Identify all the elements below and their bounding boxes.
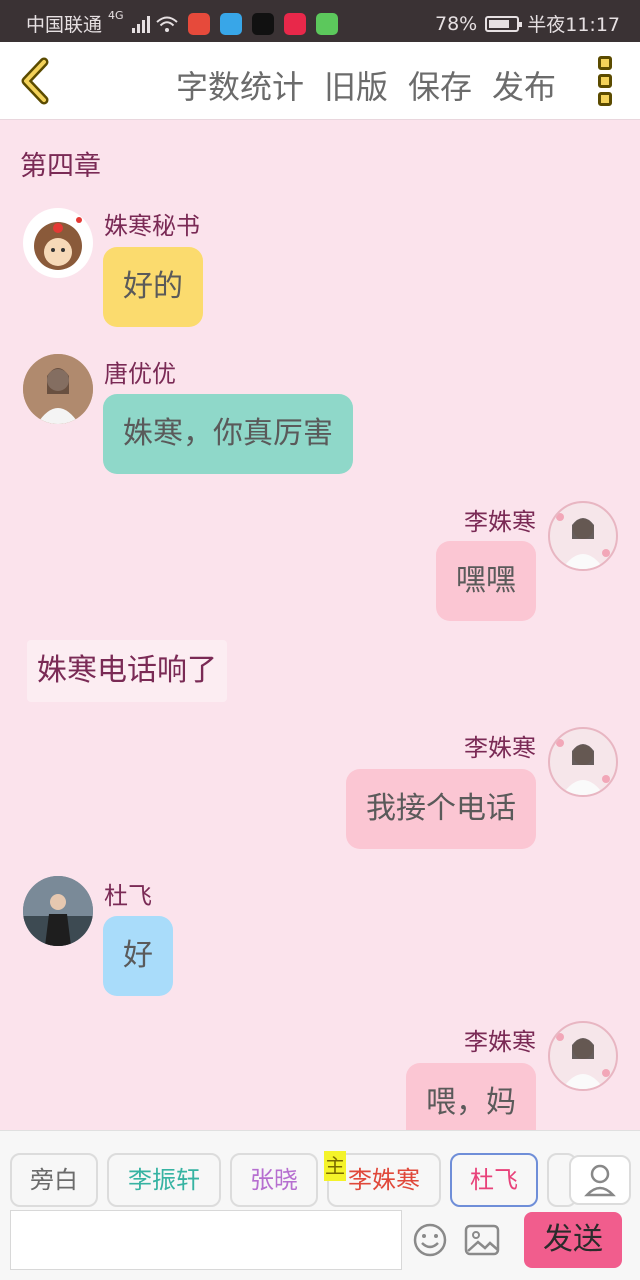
emoji-button[interactable] [408, 1218, 452, 1262]
carrier-name: 中国联通 [26, 14, 103, 36]
avatar[interactable] [548, 727, 618, 797]
speaker-name: 杜飞 [104, 882, 152, 910]
role-chip-selected[interactable]: 杜飞 [450, 1153, 538, 1207]
composer: 发送 [0, 1210, 640, 1280]
editor-header: 字数统计 旧版 保存 发布 [0, 42, 640, 120]
speaker-name: 李姝寒 [464, 734, 536, 762]
message-bubble[interactable]: 好 [103, 916, 173, 996]
app-notification-icon [283, 12, 306, 35]
role-chip[interactable]: 李振轩 [107, 1153, 221, 1207]
avatar[interactable] [23, 354, 93, 424]
more-vertical-icon[interactable] [598, 56, 614, 106]
role-chip-narrator[interactable]: 旁白 [10, 1153, 98, 1207]
chat-area[interactable]: 第四章 姝寒秘书 好的 唐优优 姝寒，你真厉害 李姝寒 嘿嘿 姝寒电话响了 李姝… [0, 120, 640, 1130]
speaker-name: 李姝寒 [464, 508, 536, 536]
app-notification-icon [219, 12, 242, 35]
speaker-name: 唐优优 [104, 360, 176, 388]
publish-button[interactable]: 发布 [492, 62, 556, 108]
main-character-badge: 主 [324, 1151, 346, 1181]
signal-icon [131, 15, 150, 33]
chevron-left-icon [21, 57, 49, 105]
app-notification-icon [315, 12, 338, 35]
message-bubble[interactable]: 喂，妈 [406, 1063, 536, 1130]
role-chip[interactable]: 张晓 [230, 1153, 318, 1207]
message-bubble[interactable]: 好的 [103, 247, 203, 327]
send-button[interactable]: 发送 [524, 1212, 622, 1268]
add-role-button[interactable] [569, 1155, 631, 1205]
message-bubble[interactable]: 姝寒，你真厉害 [103, 394, 353, 474]
avatar[interactable] [548, 1021, 618, 1091]
battery-percent: 78% [435, 12, 478, 35]
speaker-name: 李姝寒 [464, 1028, 536, 1056]
smile-icon [413, 1223, 447, 1257]
network-type: 4G [108, 9, 124, 22]
save-button[interactable]: 保存 [408, 62, 472, 108]
clock: 半夜11:17 [527, 14, 620, 36]
message-bubble[interactable]: 我接个电话 [346, 769, 536, 849]
image-icon [464, 1224, 500, 1256]
battery-icon [485, 15, 523, 32]
header-actions: 字数统计 旧版 保存 发布 [176, 62, 556, 108]
word-count-button[interactable]: 字数统计 [176, 62, 304, 108]
avatar[interactable] [23, 876, 93, 946]
narration-line[interactable]: 姝寒电话响了 [27, 640, 227, 702]
image-button[interactable] [460, 1218, 504, 1262]
role-selector: 旁白 李振轩 张晓 李姝寒 主 杜飞 [0, 1130, 640, 1210]
message-input[interactable] [10, 1210, 402, 1270]
app-notification-icon [187, 12, 210, 35]
wifi-icon [155, 16, 178, 32]
speaker-name: 姝寒秘书 [104, 212, 200, 240]
status-bar: 中国联通 4G 78% 半夜11:17 [0, 0, 640, 42]
avatar[interactable] [548, 501, 618, 571]
back-button[interactable] [14, 56, 58, 106]
tiktok-icon [251, 12, 274, 35]
message-bubble[interactable]: 嘿嘿 [436, 541, 536, 621]
old-version-button[interactable]: 旧版 [324, 62, 388, 108]
chapter-title: 第四章 [20, 151, 101, 182]
avatar[interactable] [23, 208, 93, 278]
user-icon [584, 1164, 616, 1197]
